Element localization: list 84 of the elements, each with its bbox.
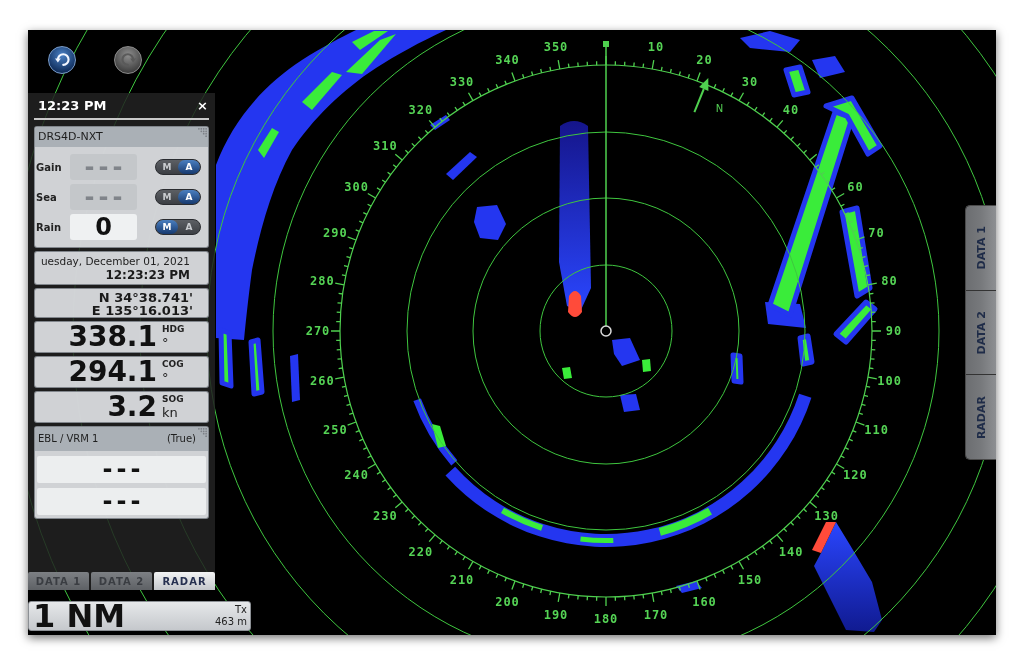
radar-echo	[676, 581, 702, 593]
value-display: ---	[70, 154, 137, 180]
transmit-status: Tx	[234, 604, 247, 616]
own-ship-marker	[600, 325, 612, 337]
time-text: 12:23:23 PM	[104, 268, 190, 283]
bearing-label: 320	[408, 103, 434, 118]
bearing-label: 200	[495, 594, 520, 609]
bearing-label: 160	[692, 594, 717, 609]
card-title: EBL / VRM 1	[38, 432, 100, 446]
bearing-label: 250	[323, 422, 348, 437]
bearing-label: 70	[868, 225, 885, 240]
bearing-label: 40	[782, 103, 800, 118]
ebl-vrm-value: ---	[37, 488, 206, 515]
bearing-label: 350	[543, 40, 569, 55]
date-text: uesday, December 01, 2021	[39, 255, 190, 268]
mode-switch[interactable]: M A	[155, 219, 201, 235]
clock-time: 12:23 PM	[38, 98, 107, 113]
readout-value: 338.1	[68, 322, 157, 352]
target-echo	[568, 291, 582, 317]
radar-echo	[642, 359, 651, 372]
readout-value: 3.2	[107, 392, 157, 422]
bearing-label: 260	[310, 374, 335, 388]
value-display: ---	[70, 184, 137, 210]
bearing-label: 300	[344, 180, 369, 194]
readout-unit: °	[162, 335, 170, 350]
readout-unit: kn	[162, 405, 179, 420]
radar-echo	[474, 205, 506, 240]
redo-arrow-icon	[120, 53, 136, 67]
bearing-label: 80	[881, 274, 898, 288]
bearing-label: 230	[373, 509, 398, 524]
close-button[interactable]: ×	[196, 98, 209, 113]
bearing-label: 310	[373, 138, 398, 153]
ring-interval: 463 m	[215, 616, 247, 628]
bearing-label: 190	[543, 607, 569, 622]
ebl-vrm-value: ---	[37, 456, 206, 483]
side-tab[interactable]: DATA 2	[966, 290, 996, 376]
bearing-label: 210	[449, 573, 475, 588]
bearing-label: 30	[741, 74, 759, 89]
bearing-label: 100	[877, 374, 902, 388]
radar-echo	[740, 31, 800, 52]
bearing-label: 180	[593, 612, 619, 626]
bearing-label: 120	[843, 468, 868, 482]
readout-label: COG	[162, 359, 185, 370]
readout-unit: °	[162, 370, 170, 385]
bearing-label: 240	[344, 468, 369, 482]
mode-option[interactable]: A	[178, 220, 200, 234]
latitude-text: N 34°38.741'	[97, 291, 193, 304]
bearing-label: 280	[310, 274, 335, 288]
radar-echo	[797, 333, 815, 367]
radar-echo	[290, 354, 300, 402]
bearing-label: 20	[696, 53, 713, 68]
reference-label: (True)	[166, 432, 196, 446]
bearing-label: 170	[643, 607, 669, 622]
north-arrow	[693, 77, 709, 114]
bearing-label: 290	[323, 225, 348, 240]
mode-option[interactable]: M	[156, 220, 178, 234]
readout-label: HDG	[162, 324, 186, 335]
bearing-label: 110	[864, 422, 889, 437]
bearing-label: 270	[305, 324, 331, 338]
radar-echo	[612, 338, 640, 366]
bearing-label: 220	[408, 544, 434, 559]
radar-echo	[562, 367, 572, 379]
bearing-label: 140	[778, 544, 804, 559]
bearing-label: 10	[647, 40, 665, 55]
north-label: N	[715, 102, 724, 114]
undo-arrow-icon	[54, 53, 70, 67]
bearing-label: 90	[885, 324, 903, 338]
side-tab[interactable]: DATA 1	[966, 206, 996, 291]
control-label: Rain	[36, 221, 62, 233]
value-display: 0	[70, 214, 137, 240]
bearing-label: 60	[847, 180, 864, 194]
panel-tab[interactable]: RADAR	[154, 572, 215, 590]
radar-echo	[730, 352, 744, 385]
card-title: DRS4D-NXT	[38, 129, 103, 145]
control-label: Gain	[36, 161, 63, 173]
readout-label: SOG	[162, 394, 185, 405]
bearing-label: 130	[814, 509, 839, 524]
bearing-label: 330	[449, 74, 475, 89]
bearing-label: 340	[495, 53, 520, 68]
longitude-text: E 135°16.013'	[90, 304, 193, 317]
readout-value: 294.1	[68, 357, 157, 387]
bearing-label: 150	[737, 573, 763, 588]
range-value: 1 NM	[33, 602, 126, 630]
control-label: Sea	[36, 191, 58, 203]
